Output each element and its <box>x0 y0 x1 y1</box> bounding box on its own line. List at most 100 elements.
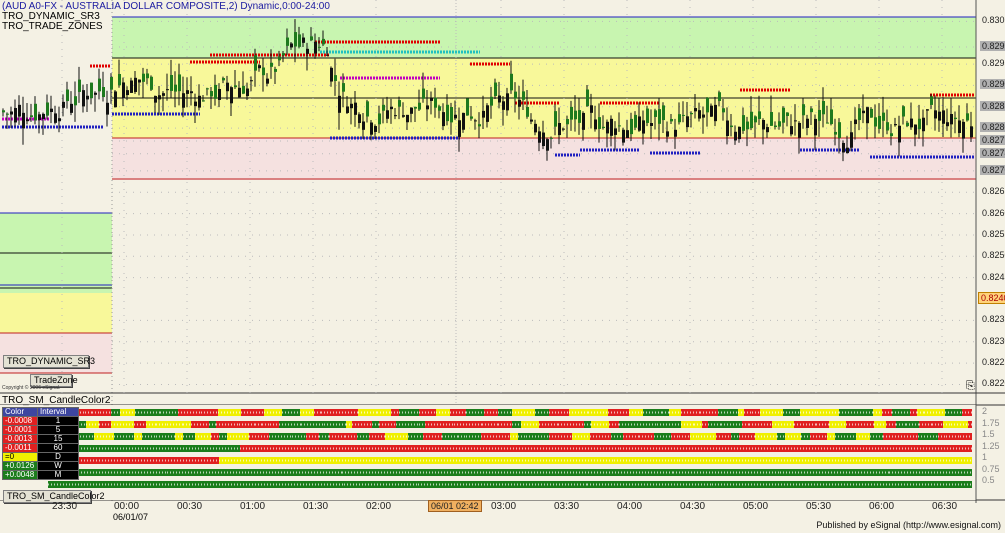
candlecolor-strip-segment <box>654 433 671 440</box>
candle-body <box>706 97 709 113</box>
oscillator-scale-label: 1.25 <box>982 440 1000 451</box>
time-axis-label: 00:00 <box>114 501 140 512</box>
candle-body <box>186 90 189 94</box>
time-axis-label: 06:30 <box>932 501 958 512</box>
candle-body <box>782 107 785 123</box>
price-axis-label: 0.8277 <box>980 134 1005 145</box>
candle-body <box>46 102 49 116</box>
candlecolor-strip-segment <box>829 421 846 428</box>
study-label-candlecolor[interactable]: TRO_SM_CandleColor2 <box>2 395 110 406</box>
candlecolor-strip-segment <box>920 445 972 452</box>
candle-body <box>170 74 173 91</box>
candle-body <box>266 78 269 84</box>
candle-body <box>306 48 309 54</box>
candle-body <box>842 142 845 153</box>
candle-body <box>214 84 217 99</box>
candle-body <box>762 119 765 130</box>
time-axis-label: 03:00 <box>491 501 517 512</box>
candlecolor-strip-segment <box>321 409 330 416</box>
price-axis-label: 0.8230 <box>982 335 1005 346</box>
candle-body <box>158 95 161 100</box>
candle-body <box>886 122 889 131</box>
candle-body <box>962 121 965 139</box>
dynamic-sr3-button[interactable]: TRO_DYNAMIC_SR3 <box>3 355 95 368</box>
candle-body <box>174 84 177 92</box>
candle-body <box>134 77 137 92</box>
candle-body <box>426 105 429 110</box>
candle-body <box>714 104 717 122</box>
candle-body <box>222 78 225 81</box>
candle-body <box>634 114 637 128</box>
candle-body <box>570 106 573 120</box>
price-axis-label: 0.8250 <box>982 250 1005 261</box>
candle-body <box>938 111 941 121</box>
price-axis-label: 0.8299 <box>980 40 1005 51</box>
candle-body <box>54 113 57 123</box>
candle-body <box>934 110 937 119</box>
candle-body <box>698 110 701 119</box>
candlecolor-strip-segment <box>785 433 801 440</box>
candle-body <box>678 114 681 123</box>
candle-body <box>42 113 45 120</box>
candlecolor-strip-segment <box>951 421 968 428</box>
candle-body <box>90 82 93 99</box>
candle-body <box>786 112 789 116</box>
candle-body <box>610 118 613 136</box>
study-label-tradezones[interactable]: TRO_TRADE_ZONES <box>2 21 103 32</box>
candlecolor-strip-segment <box>640 421 657 428</box>
candle-body <box>510 73 513 91</box>
candle-body <box>834 131 837 135</box>
candle-body <box>38 114 41 121</box>
candle-body <box>970 126 973 138</box>
candle-body <box>846 147 849 154</box>
candle-body <box>286 37 289 46</box>
candle-body <box>538 131 541 143</box>
candle-body <box>518 99 521 107</box>
candle-body <box>922 117 925 132</box>
candle-body <box>818 109 821 121</box>
candle-body <box>326 54 329 56</box>
candle-body <box>10 111 13 115</box>
zone-green <box>112 17 976 58</box>
candlecolor-strip-segment <box>623 433 639 440</box>
candle-body <box>930 96 933 105</box>
candle-body <box>734 131 737 141</box>
price-axis-label: 0.8270 <box>980 164 1005 175</box>
candle-body <box>262 67 265 76</box>
time-axis-label: 03:30 <box>554 501 580 512</box>
candle-body <box>394 115 397 117</box>
candle-body <box>870 108 873 118</box>
candle-body <box>130 80 133 93</box>
candle-body <box>470 116 473 119</box>
candlecolor-button[interactable]: TRO_SM_CandleColor2 <box>3 490 105 503</box>
oscillator-scale-label: 0.75 <box>982 463 1000 474</box>
candle-body <box>526 106 529 117</box>
price-axis-label: 0.8260 <box>982 207 1005 218</box>
candle-body <box>598 117 601 129</box>
candle-body <box>894 124 897 126</box>
candle-body <box>242 85 245 94</box>
candle-body <box>26 119 29 122</box>
oscillator-scale-label: 1.75 <box>982 417 1000 428</box>
candlecolor-strip-segment <box>853 457 972 464</box>
candle-body <box>790 126 793 135</box>
candle-body <box>954 117 957 120</box>
candlecolor-strip-segment <box>379 421 396 428</box>
candle-body <box>918 118 921 130</box>
candle-body <box>238 87 241 98</box>
candle-body <box>882 112 885 121</box>
candle-body <box>542 132 545 147</box>
candle-body <box>746 121 749 130</box>
candle-body <box>622 129 625 143</box>
candle-body <box>562 128 565 130</box>
candle-body <box>302 37 305 43</box>
candle-body <box>446 104 449 122</box>
candle-body <box>382 104 385 111</box>
candle-body <box>398 100 401 107</box>
candle-body <box>258 65 261 69</box>
time-axis-label: 00:30 <box>177 501 203 512</box>
candle-body <box>766 127 769 133</box>
candle-body <box>718 92 721 101</box>
candle-body <box>126 90 129 96</box>
candle-body <box>958 120 961 133</box>
